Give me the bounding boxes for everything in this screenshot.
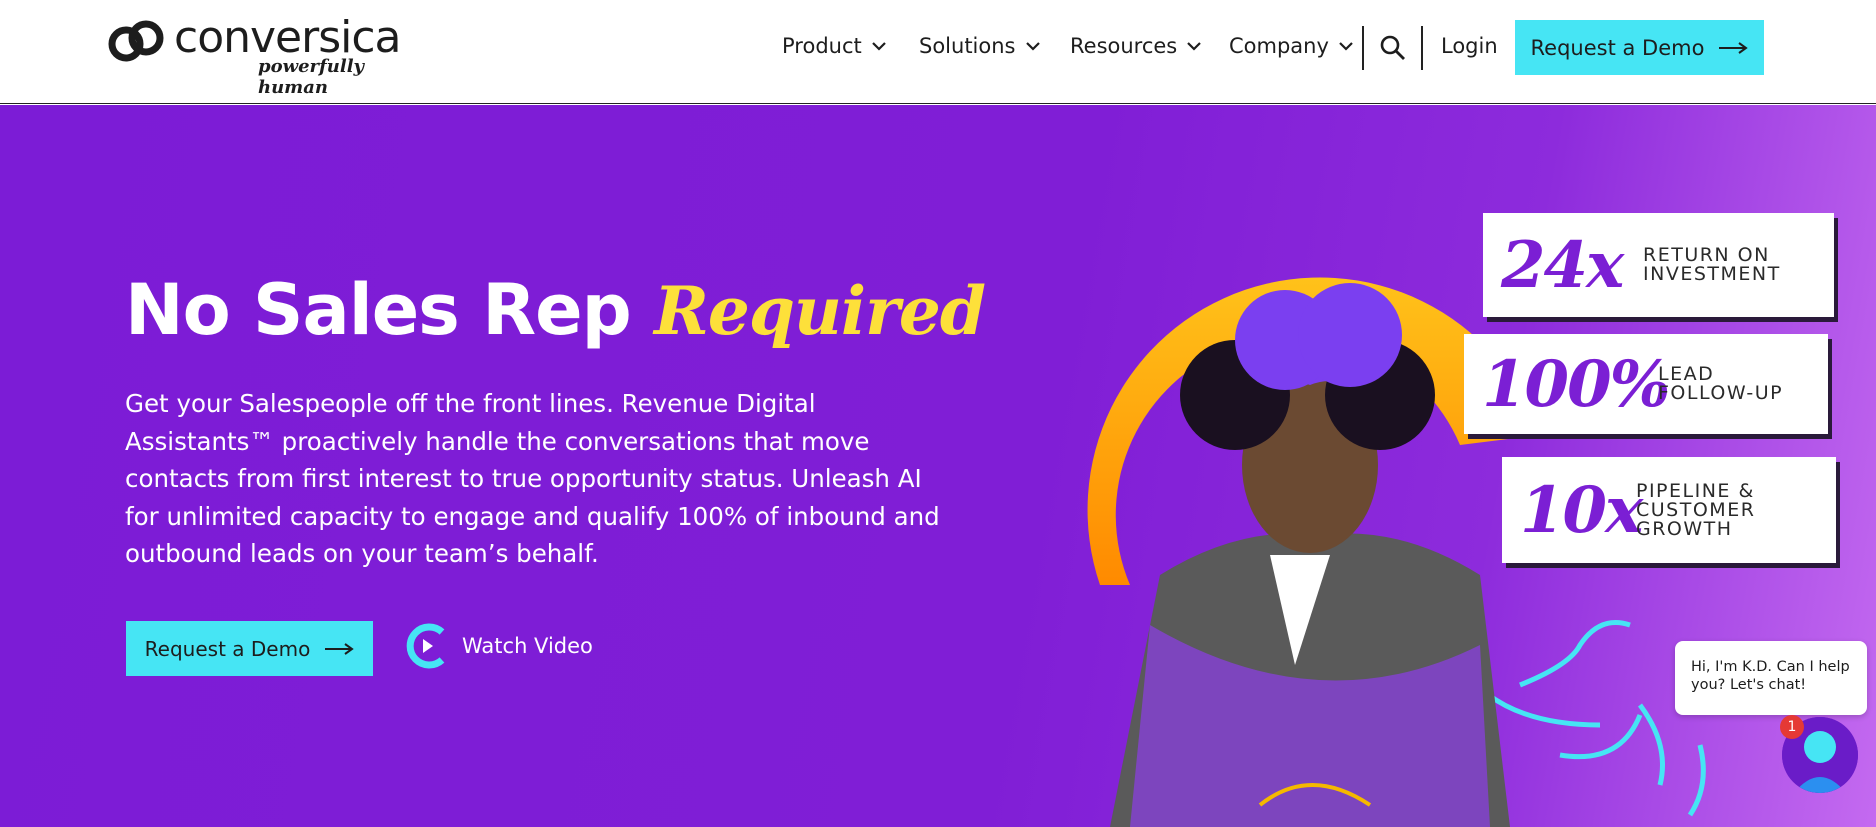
nav-product-label: Product	[782, 34, 862, 58]
nav-divider	[1421, 26, 1423, 70]
brand-tagline: powerfully human	[258, 56, 364, 98]
stat-number: 24x	[1501, 227, 1624, 303]
site-header: conversica powerfully human Product Solu…	[0, 0, 1876, 104]
hero-description: Get your Salespeople off the front lines…	[125, 389, 940, 568]
request-demo-button[interactable]: Request a Demo	[1515, 20, 1764, 75]
watch-video-label: Watch Video	[462, 634, 593, 658]
conversica-logo[interactable]: conversica powerfully human	[106, 12, 436, 98]
hero-section: No Sales Rep Required Get your Salespeop…	[0, 105, 1876, 827]
stat-label: Pipeline & Customer Growth	[1636, 479, 1756, 540]
nav-resources-label: Resources	[1070, 34, 1178, 58]
nav-company[interactable]: Company	[1229, 34, 1355, 58]
stat-label: Return on Investment	[1643, 244, 1781, 285]
request-demo-label: Request a Demo	[1530, 35, 1705, 60]
nav-divider	[1362, 26, 1364, 70]
stat-number: 100%	[1482, 346, 1670, 422]
stat-card-lead-followup: 100% Lead Follow-up	[1464, 334, 1828, 434]
hero-title-main: No Sales Rep	[125, 269, 655, 351]
nav-solutions[interactable]: Solutions	[919, 34, 1042, 58]
hero-title-accent: Required	[654, 272, 986, 350]
chevron-down-icon	[1025, 42, 1040, 51]
stat-number: 10x	[1520, 472, 1643, 548]
nav-solutions-label: Solutions	[919, 34, 1016, 58]
notification-badge: 1	[1780, 715, 1804, 739]
chevron-down-icon	[871, 42, 886, 51]
stat-label: Lead Follow-up	[1658, 363, 1784, 404]
nav-company-label: Company	[1229, 34, 1329, 58]
arrow-right-icon	[325, 642, 355, 655]
chevron-down-icon	[1339, 42, 1353, 51]
nav-resources[interactable]: Resources	[1070, 34, 1203, 58]
hero-request-demo-label: Request a Demo	[144, 636, 311, 661]
play-icon	[406, 623, 445, 669]
logo-mark-icon	[108, 20, 164, 62]
watch-video-button[interactable]: Watch Video	[404, 621, 593, 671]
chat-greeting-bubble[interactable]: Hi, I'm K.D. Can I help you? Let's chat!	[1675, 641, 1867, 715]
stat-card-roi: 24x Return on Investment	[1483, 213, 1834, 317]
login-link[interactable]: Login	[1441, 34, 1498, 58]
hero-request-demo-button[interactable]: Request a Demo	[126, 621, 373, 676]
nav-product[interactable]: Product	[782, 34, 888, 58]
chevron-down-icon	[1187, 42, 1202, 51]
stat-card-pipeline: 10x Pipeline & Customer Growth	[1502, 457, 1836, 563]
hero-title: No Sales Rep Required	[125, 269, 986, 351]
arrow-right-icon	[1719, 41, 1749, 54]
search-icon[interactable]	[1380, 34, 1406, 62]
